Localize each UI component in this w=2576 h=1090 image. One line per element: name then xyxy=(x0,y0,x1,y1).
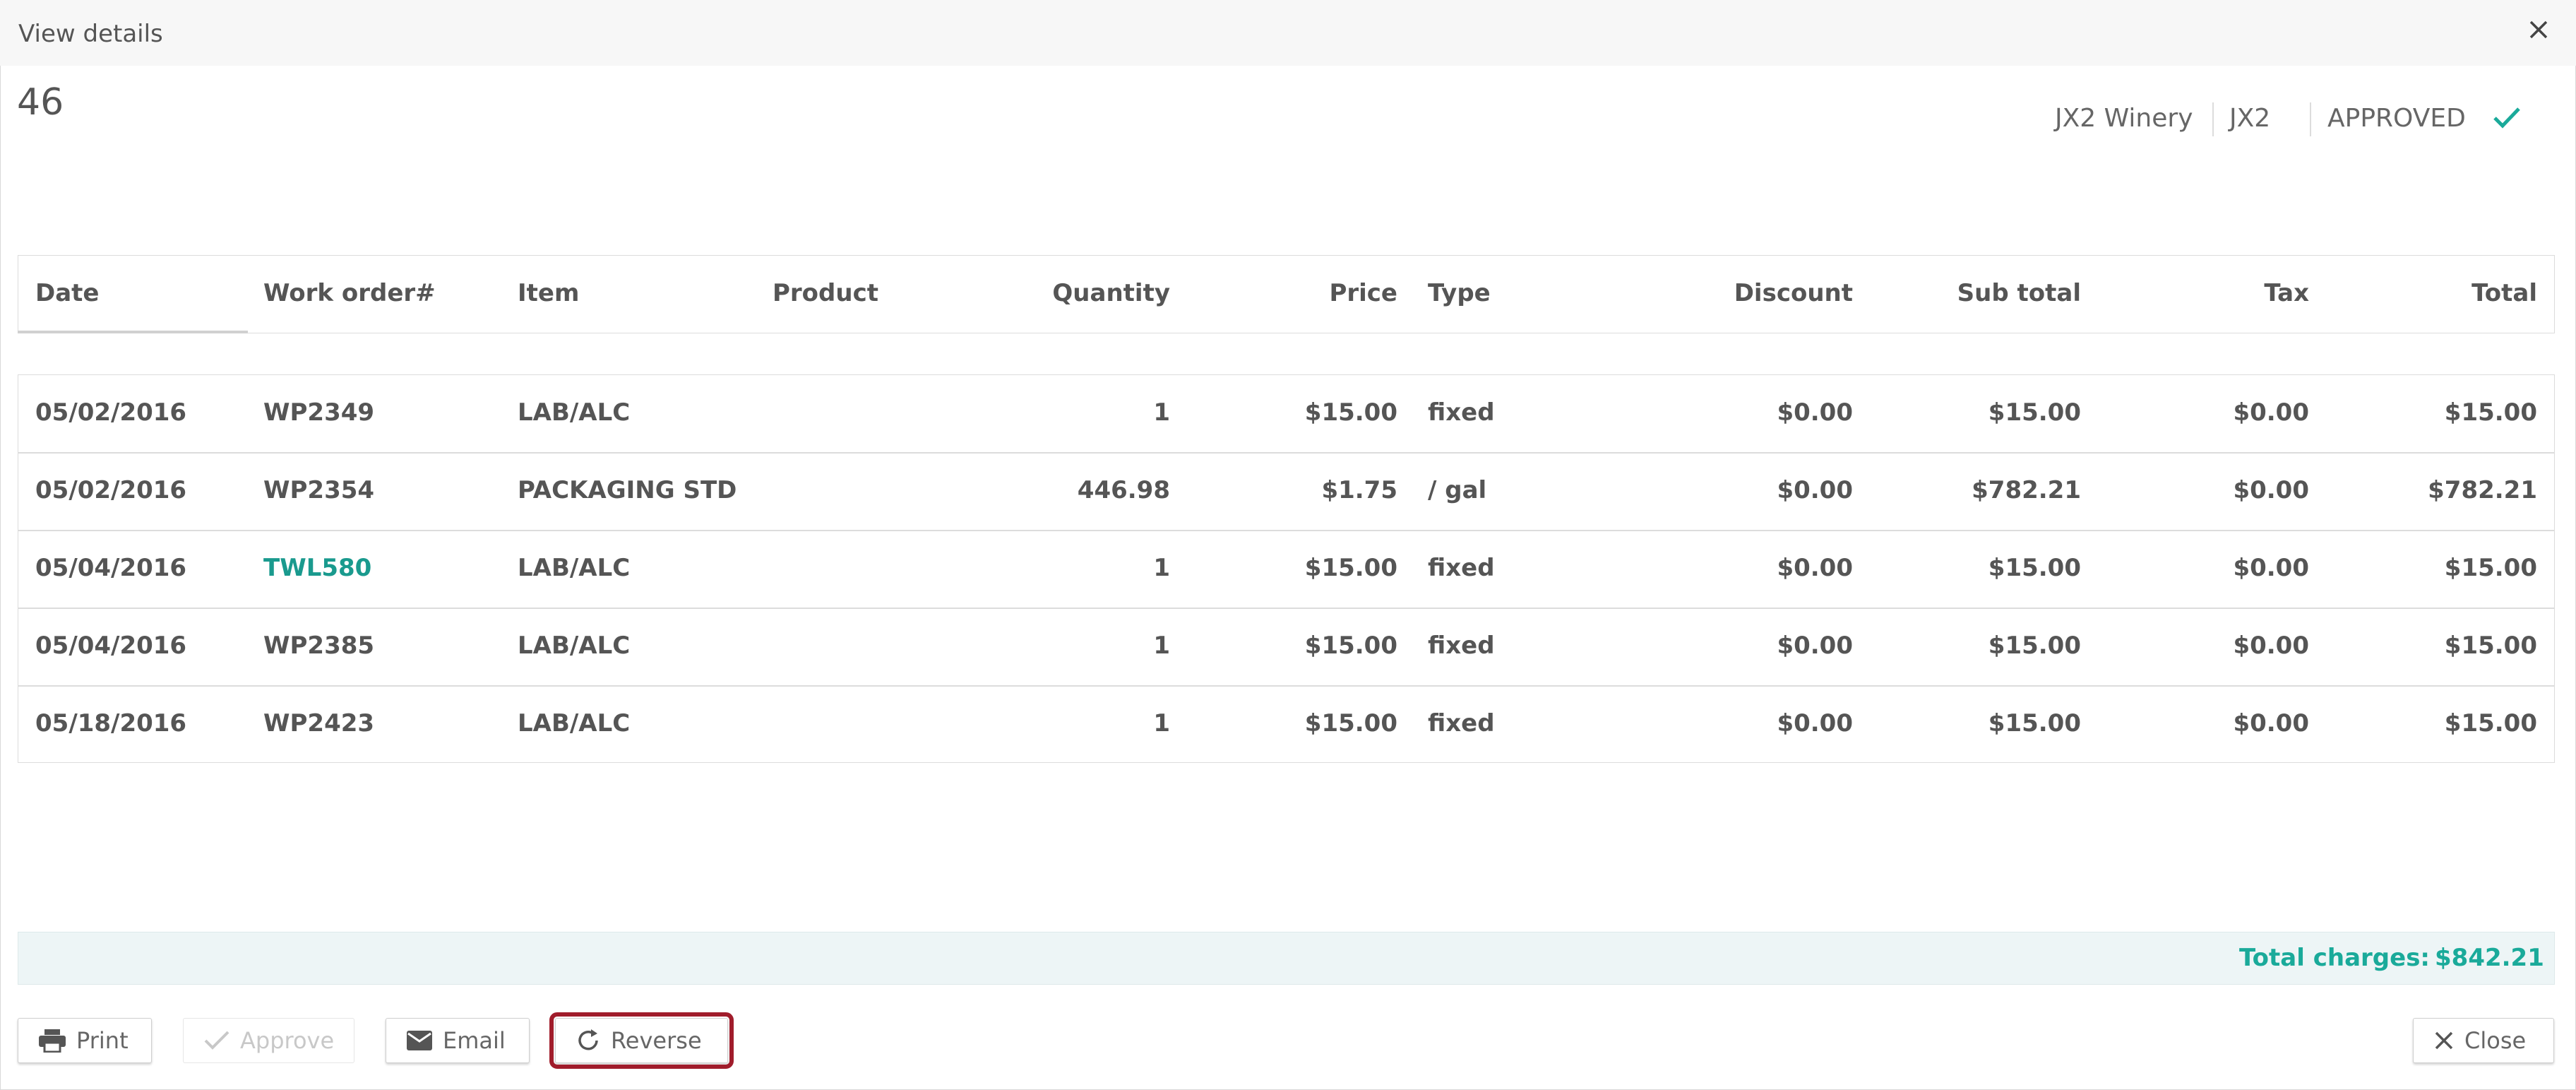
row-divider xyxy=(18,685,2555,687)
table-body xyxy=(18,374,2555,763)
row-divider xyxy=(18,530,2555,531)
column-header-subtotal[interactable]: Sub total xyxy=(1957,279,2081,307)
row-divider xyxy=(18,452,2555,454)
cell-tax: $0.00 xyxy=(2233,476,2309,504)
cell-discount: $0.00 xyxy=(1777,709,1853,737)
cell-date: 05/18/2016 xyxy=(35,709,187,737)
winery-code: JX2 xyxy=(2229,103,2271,133)
cell-price: $15.00 xyxy=(1304,709,1397,737)
cell-type: fixed xyxy=(1428,632,1495,660)
column-header-total[interactable]: Total xyxy=(2471,279,2537,307)
column-header-type[interactable]: Type xyxy=(1428,279,1491,307)
cell-work-order[interactable]: TWL580 xyxy=(263,554,371,582)
cell-total: $782.21 xyxy=(2428,476,2537,504)
dialog-titlebar: View details xyxy=(0,0,2576,66)
cell-tax: $0.00 xyxy=(2233,554,2309,582)
cell-discount: $0.00 xyxy=(1777,554,1853,582)
cell-subtotal: $15.00 xyxy=(1988,632,2081,660)
printer-icon xyxy=(38,1029,66,1053)
cell-quantity: 1 xyxy=(1153,632,1170,660)
reverse-label: Reverse xyxy=(611,1027,702,1054)
cell-item: PACKAGING STD xyxy=(518,476,737,504)
cell-work-order: WP2349 xyxy=(263,398,375,427)
column-header-quantity[interactable]: Quantity xyxy=(1052,279,1170,307)
sort-indicator xyxy=(18,331,248,333)
cell-date: 05/04/2016 xyxy=(35,554,187,582)
cell-tax: $0.00 xyxy=(2233,709,2309,737)
cell-discount: $0.00 xyxy=(1777,632,1853,660)
cell-discount: $0.00 xyxy=(1777,398,1853,427)
cell-item: LAB/ALC xyxy=(518,632,631,660)
cell-total: $15.00 xyxy=(2444,709,2537,737)
column-header-date[interactable]: Date xyxy=(35,279,99,307)
email-label: Email xyxy=(443,1027,506,1054)
column-header-discount[interactable]: Discount xyxy=(1734,279,1853,307)
cell-quantity: 1 xyxy=(1153,554,1170,582)
email-button[interactable]: Email xyxy=(386,1018,530,1063)
totals-bar xyxy=(18,932,2555,985)
header-divider xyxy=(2212,102,2214,136)
reverse-button[interactable]: Reverse xyxy=(549,1012,734,1069)
column-header-tax[interactable]: Tax xyxy=(2264,279,2309,307)
header-divider xyxy=(2310,102,2311,136)
cell-discount: $0.00 xyxy=(1777,476,1853,504)
close-label: Close xyxy=(2464,1027,2527,1054)
mail-icon xyxy=(406,1030,433,1051)
cell-date: 05/02/2016 xyxy=(35,398,187,427)
check-icon xyxy=(203,1030,230,1051)
cell-type: / gal xyxy=(1428,476,1487,504)
cell-quantity: 446.98 xyxy=(1077,476,1170,504)
check-icon xyxy=(2491,103,2522,134)
cell-type: fixed xyxy=(1428,398,1495,427)
row-divider xyxy=(18,608,2555,609)
cell-price: $15.00 xyxy=(1304,554,1397,582)
cell-tax: $0.00 xyxy=(2233,632,2309,660)
close-icon[interactable] xyxy=(2523,14,2554,45)
cell-price: $15.00 xyxy=(1304,632,1397,660)
total-charges-label: Total charges: xyxy=(2239,944,2431,972)
cell-subtotal: $15.00 xyxy=(1988,398,2081,427)
column-header-price[interactable]: Price xyxy=(1329,279,1397,307)
status-badge: APPROVED xyxy=(2327,103,2466,133)
cell-price: $15.00 xyxy=(1304,398,1397,427)
cell-item: LAB/ALC xyxy=(518,709,631,737)
column-header-item[interactable]: Item xyxy=(518,279,579,307)
dialog-title: View details xyxy=(18,20,163,48)
cell-subtotal: $782.21 xyxy=(1972,476,2081,504)
cell-type: fixed xyxy=(1428,709,1495,737)
cell-total: $15.00 xyxy=(2444,398,2537,427)
cell-total: $15.00 xyxy=(2444,554,2537,582)
cell-work-order: WP2354 xyxy=(263,476,375,504)
cell-date: 05/02/2016 xyxy=(35,476,187,504)
cell-quantity: 1 xyxy=(1153,709,1170,737)
approve-button[interactable]: Approve xyxy=(183,1018,354,1063)
close-icon xyxy=(2433,1030,2455,1051)
cell-type: fixed xyxy=(1428,554,1495,582)
total-charges-value: $842.21 xyxy=(2435,944,2544,972)
cell-price: $1.75 xyxy=(1321,476,1397,504)
cell-subtotal: $15.00 xyxy=(1988,709,2081,737)
approve-label: Approve xyxy=(240,1027,335,1054)
cell-work-order: WP2385 xyxy=(263,632,375,660)
record-number: 46 xyxy=(17,81,64,124)
cell-item: LAB/ALC xyxy=(518,554,631,582)
print-label: Print xyxy=(76,1027,129,1054)
refresh-icon xyxy=(576,1028,601,1053)
cell-subtotal: $15.00 xyxy=(1988,554,2081,582)
cell-quantity: 1 xyxy=(1153,398,1170,427)
cell-total: $15.00 xyxy=(2444,632,2537,660)
winery-name: JX2 Winery xyxy=(2055,103,2193,133)
cell-item: LAB/ALC xyxy=(518,398,631,427)
column-header-product[interactable]: Product xyxy=(773,279,878,307)
cell-work-order: WP2423 xyxy=(263,709,375,737)
column-header-work-order[interactable]: Work order# xyxy=(263,279,436,307)
cell-date: 05/04/2016 xyxy=(35,632,187,660)
print-button[interactable]: Print xyxy=(18,1018,152,1063)
cell-tax: $0.00 xyxy=(2233,398,2309,427)
close-button[interactable]: Close xyxy=(2413,1018,2554,1063)
